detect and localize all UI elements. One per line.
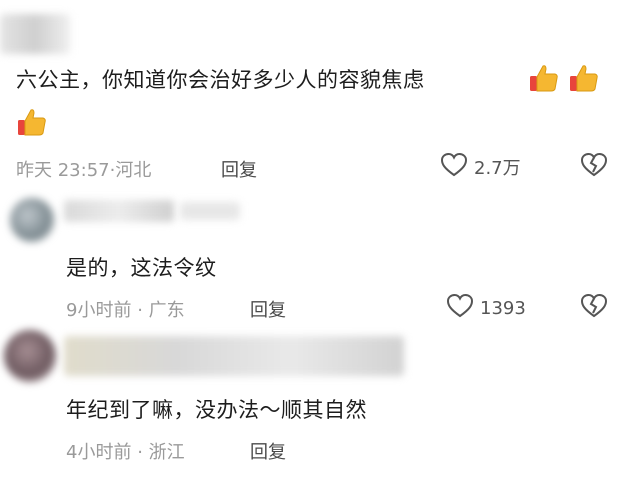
location: 广东 [148, 300, 185, 321]
comment-meta: 4小时前 · 浙江 [66, 438, 185, 464]
comment-text: 年纪到了嘛，没办法～顺其自然 [66, 398, 367, 422]
location: 浙江 [148, 442, 185, 463]
like-count: 1393 [480, 297, 526, 319]
avatar [10, 198, 54, 242]
heart-icon[interactable] [440, 152, 468, 182]
broken-heart-icon[interactable] [580, 152, 608, 182]
thumbs-up-emoji [528, 62, 558, 92]
comment-meta: 昨天 23:57·河北 [16, 156, 151, 182]
thumbs-up-emoji [568, 62, 598, 92]
broken-heart-icon[interactable] [580, 293, 608, 323]
comment-text: 六公主，你知道你会治好多少人的容貌焦虑 [16, 68, 425, 92]
timestamp: 昨天 23:57 [16, 160, 110, 181]
like-group[interactable]: 1393 [446, 293, 526, 323]
reply-button[interactable]: 回复 [250, 438, 286, 464]
username-blurred [0, 14, 70, 54]
username-blurred [64, 200, 174, 222]
comment-meta: 9小时前 · 广东 [66, 296, 185, 322]
avatar [4, 330, 56, 382]
username-blurred [64, 336, 404, 376]
comment-text: 是的，这法令纹 [66, 256, 217, 280]
reply-button[interactable]: 回复 [250, 296, 286, 322]
location: 河北 [115, 160, 152, 181]
like-count: 2.7万 [474, 158, 521, 179]
timestamp: 9小时前 [66, 300, 132, 321]
timestamp: 4小时前 [66, 442, 132, 463]
thumbs-up-emoji [16, 106, 46, 136]
separator: · [137, 442, 143, 463]
username-blurred-extra [180, 202, 240, 220]
separator: · [137, 300, 143, 321]
reply-button[interactable]: 回复 [221, 156, 257, 182]
heart-icon[interactable] [446, 293, 474, 323]
like-group[interactable]: 2.7万 [440, 152, 521, 182]
